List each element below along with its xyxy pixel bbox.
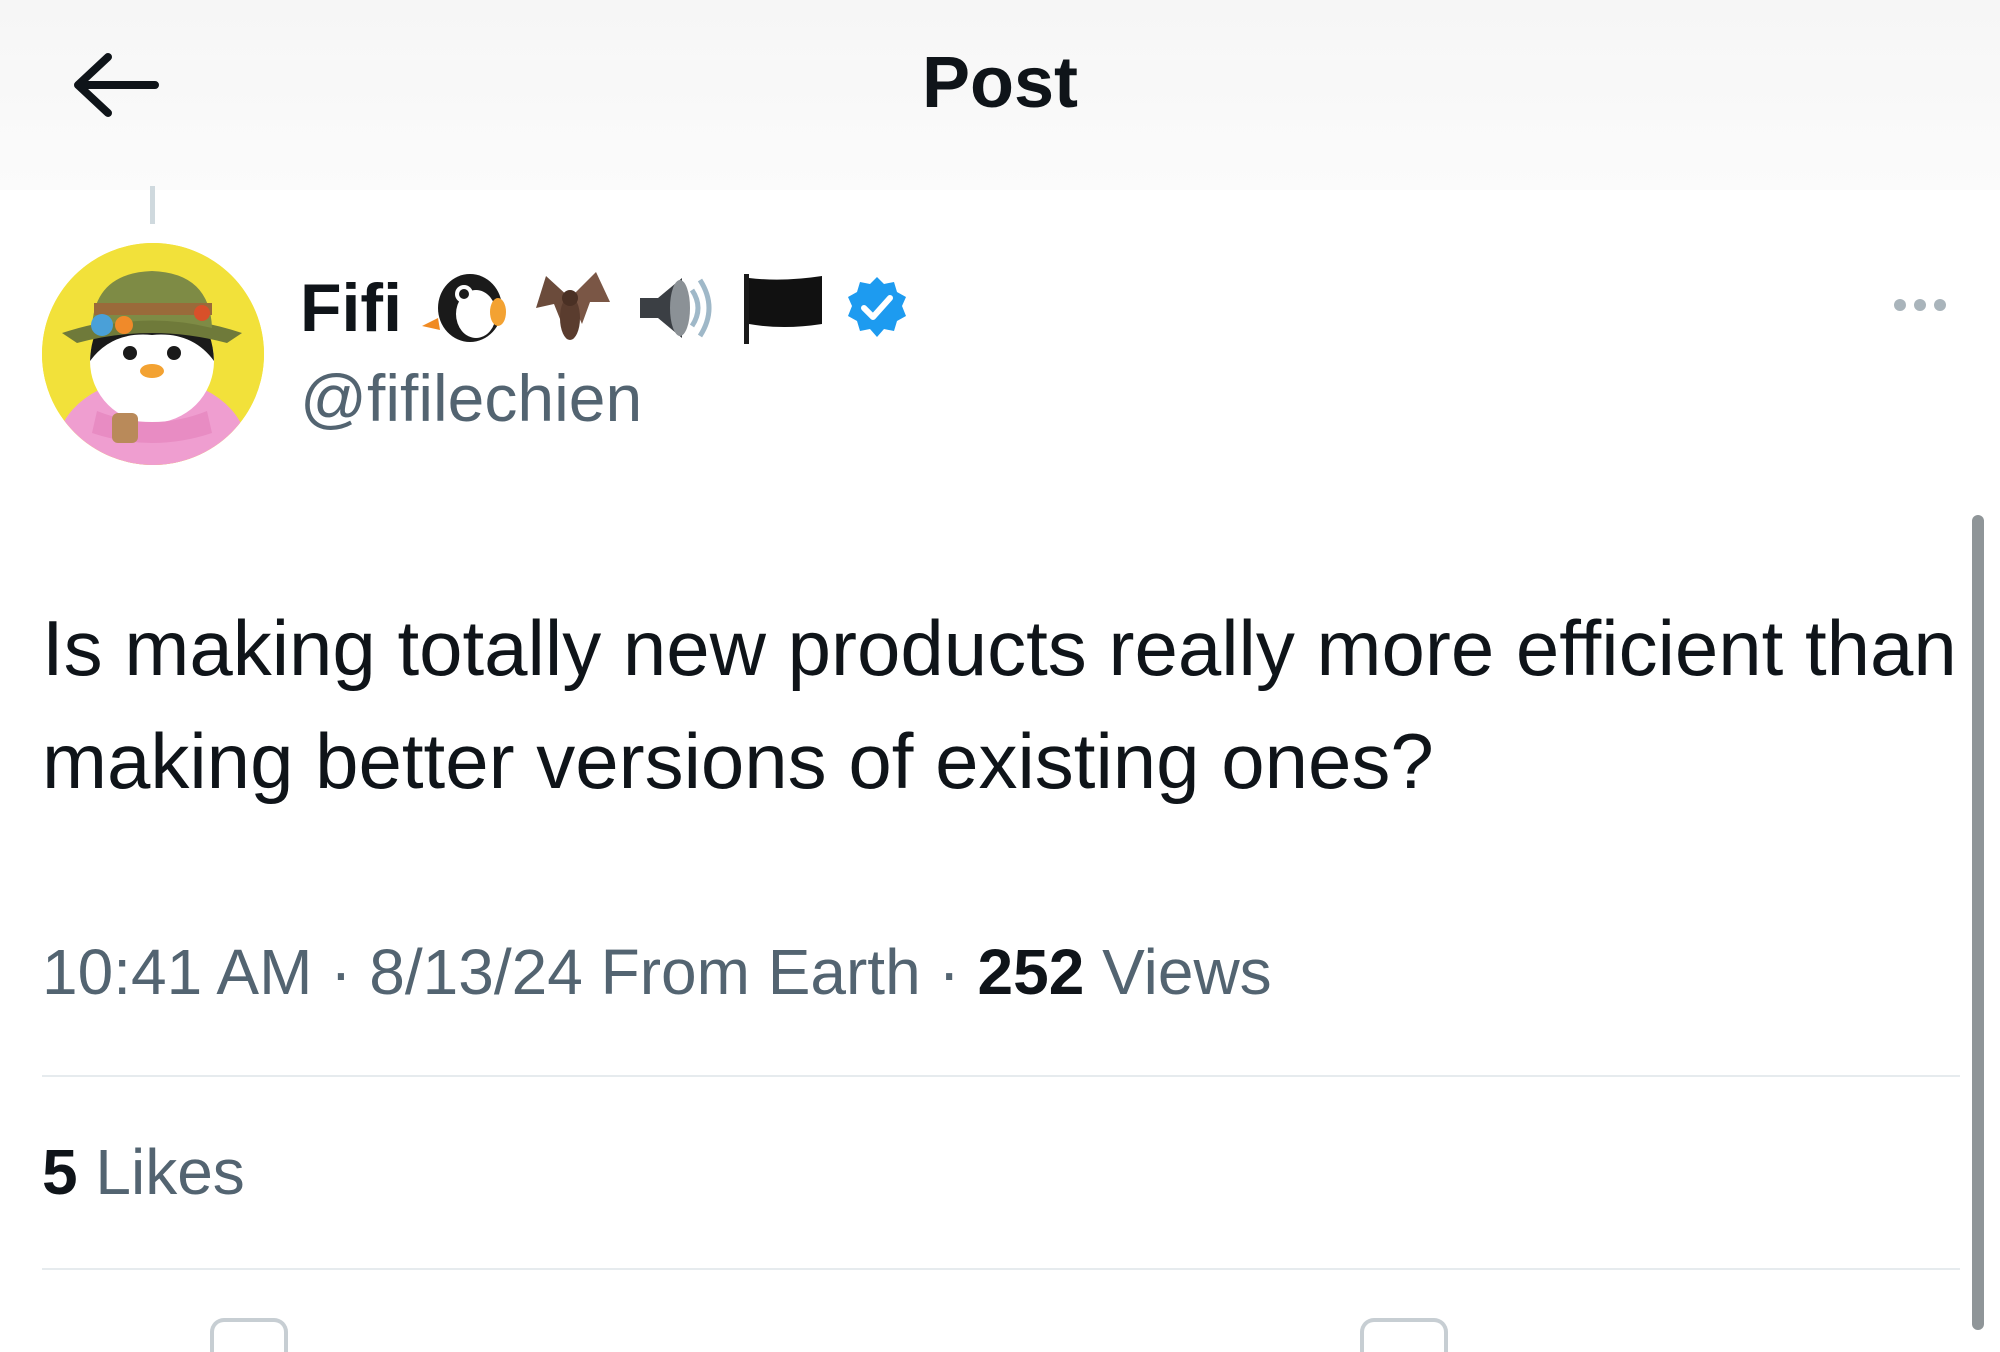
penguin-icon (420, 268, 508, 348)
meta-separator: · (330, 936, 370, 1008)
divider (42, 1268, 1960, 1270)
more-dot-icon (1934, 299, 1946, 311)
post-location: From Earth (600, 936, 921, 1008)
scrollbar[interactable] (1972, 515, 1984, 1330)
likes-count: 5 (42, 1136, 78, 1208)
header-bar: Post (0, 0, 2000, 190)
thread-connector-line (150, 186, 155, 224)
likes-label: Likes (95, 1136, 245, 1208)
post-time[interactable]: 10:41 AM (42, 936, 312, 1008)
views-count: 252 (977, 936, 1085, 1008)
more-dot-icon (1894, 299, 1906, 311)
speaker-icon (632, 268, 720, 348)
more-options-button[interactable] (1880, 280, 1960, 330)
author-handle[interactable]: @fifilechien (300, 360, 642, 436)
verified-badge-icon (847, 277, 906, 337)
meta-separator: · (938, 936, 978, 1008)
black-flag-icon (738, 268, 826, 348)
views-label: Views (1102, 936, 1272, 1008)
avatar[interactable] (42, 243, 264, 465)
reply-action-icon[interactable] (210, 1318, 288, 1352)
divider (42, 1075, 1960, 1077)
post-date[interactable]: 8/13/24 (369, 936, 583, 1008)
author-display-name[interactable]: Fifi (300, 269, 402, 347)
author-name-row: Fifi (300, 268, 910, 348)
post-body-text: Is making totally new products really mo… (42, 604, 1957, 805)
bat-icon (526, 268, 614, 348)
likes-link[interactable]: 5 Likes (42, 1135, 245, 1209)
page-title: Post (921, 43, 1079, 123)
more-dot-icon (1914, 299, 1926, 311)
bookmark-action-icon[interactable] (1360, 1318, 1448, 1352)
penguin-avatar-icon (42, 243, 264, 465)
post-meta: 10:41 AM · 8/13/24 From Earth · 252 View… (42, 935, 1272, 1009)
